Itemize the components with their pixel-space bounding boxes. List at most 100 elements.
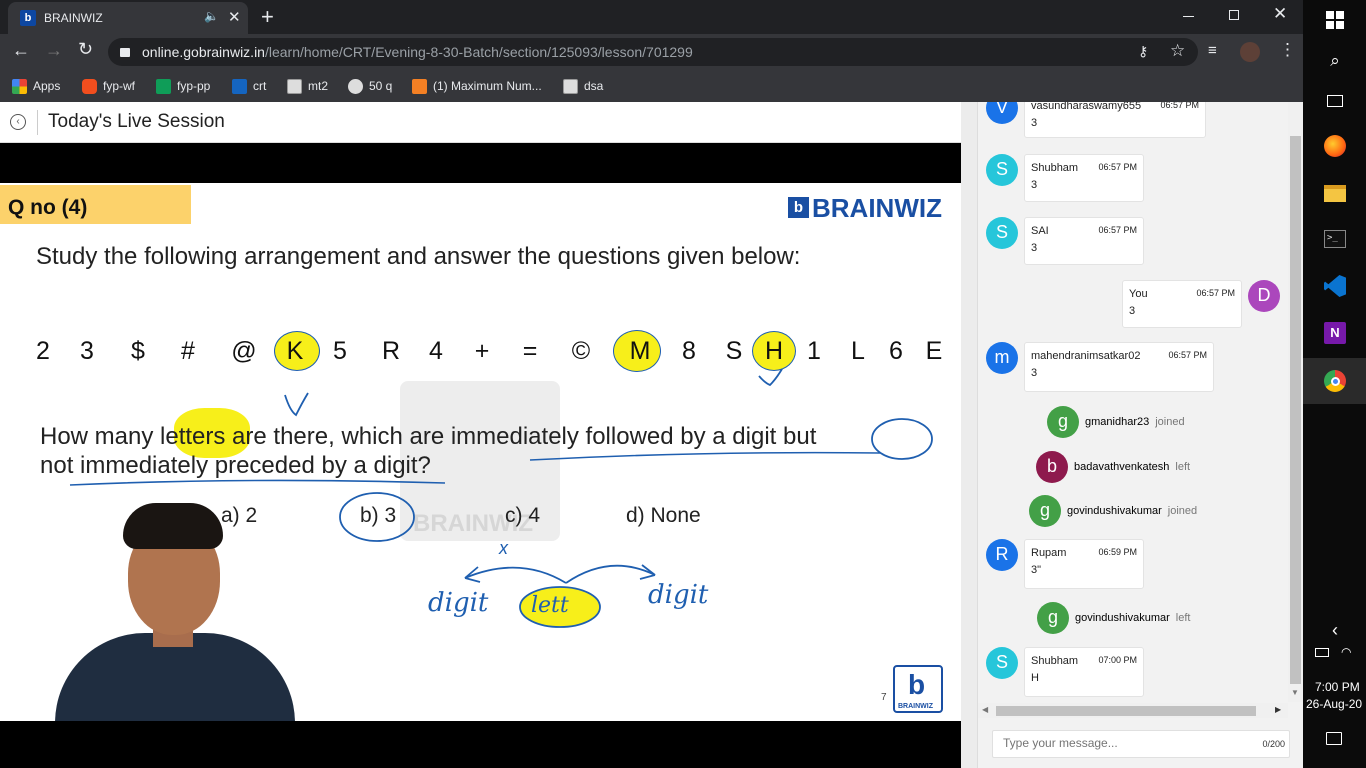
chat-message: mahendranimsatkar02 06:57 PM 3 [1024, 342, 1214, 392]
message-time: 06:57 PM [1160, 102, 1199, 110]
chat-messages[interactable]: V vasundharaswamy655 06:57 PM 3 S Shubha… [978, 102, 1288, 702]
chat-horizontal-scrollbar[interactable]: ◀ ▶ [978, 703, 1288, 718]
vscode-icon[interactable] [1322, 273, 1348, 299]
wifi-icon[interactable]: ◠ [1341, 645, 1351, 659]
bookmark-maximum-num[interactable]: (1) Maximum Num... [412, 77, 542, 95]
message-time: 07:00 PM [1098, 655, 1137, 665]
win-tile [1326, 11, 1344, 29]
bookmark-fyp-wf[interactable]: fyp-wf [82, 77, 135, 95]
bookmark-label: fyp-pp [177, 79, 211, 93]
profile-avatar-icon[interactable] [1240, 42, 1260, 62]
video-player[interactable]: Q no (4) b BRAINWIZ Study the following … [0, 143, 961, 768]
chat-message: vasundharaswamy655 06:57 PM 3 [1024, 102, 1206, 138]
message-text: 3 [1031, 242, 1038, 254]
message-time: 06:59 PM [1098, 547, 1137, 557]
codechef-icon [563, 78, 578, 94]
restore-icon[interactable] [1229, 10, 1239, 20]
windows-start-icon[interactable] [1322, 7, 1348, 33]
sender-name: SAI [1031, 225, 1049, 237]
key-icon[interactable]: ⚷ [1138, 43, 1148, 60]
back-icon[interactable]: ← [12, 40, 30, 61]
message-text: 3 [1031, 117, 1038, 129]
chat-vertical-scrollbar[interactable]: ▼ [1288, 102, 1303, 702]
bookmark-label: (1) Maximum Num... [433, 79, 542, 93]
bookmark-fyp-pp[interactable]: fyp-pp [156, 77, 210, 95]
bookmark-dsa[interactable]: dsa [563, 77, 603, 95]
minimize-icon[interactable] [1183, 16, 1194, 17]
chevron-left-icon[interactable]: ‹ [1322, 617, 1348, 643]
figma-icon [82, 78, 97, 94]
url-domain: online.gobrainwiz.in [142, 44, 265, 60]
avatar: m [986, 342, 1018, 374]
bookmark-label: fyp-wf [103, 79, 136, 93]
windows-taskbar: ⌕ >_ N ‹ ◠ 7:00 PM 26-Aug-20 [1303, 0, 1366, 768]
terminal-icon[interactable]: >_ [1322, 226, 1348, 252]
file-explorer-icon[interactable] [1322, 180, 1348, 206]
bookmark-50q[interactable]: 50 q [348, 77, 392, 95]
menu-icon[interactable]: ⋮ [1279, 40, 1296, 60]
clock-time[interactable]: 7:00 PM [1315, 680, 1360, 694]
task-view-icon[interactable] [1322, 88, 1348, 114]
h-scrollbar-thumb[interactable] [996, 706, 1256, 716]
notification-icon[interactable] [1326, 732, 1342, 745]
url-text: online.gobrainwiz.in/learn/home/CRT/Even… [142, 44, 693, 60]
scrollbar-thumb[interactable] [1290, 136, 1301, 684]
chrome-icon[interactable] [1322, 368, 1348, 394]
close-window-icon[interactable]: ✕ [1273, 4, 1287, 24]
leave-event: g govindushivakumar left [1037, 602, 1190, 634]
back-circle-icon[interactable]: ‹ [10, 114, 26, 130]
new-tab-icon[interactable]: + [261, 4, 274, 30]
message-text: H [1031, 672, 1039, 684]
browser-toolbar: ← → ↻ online.gobrainwiz.in/learn/home/CR… [0, 34, 1303, 70]
close-tab-icon[interactable]: ✕ [228, 8, 241, 26]
event-user: govindushivakumar [1067, 505, 1162, 517]
chat-message-input[interactable] [1003, 736, 1233, 750]
scroll-down-icon[interactable]: ▼ [1291, 688, 1299, 697]
battery-icon[interactable] [1315, 648, 1329, 657]
header-divider [37, 110, 38, 135]
sender-name: You [1129, 288, 1148, 300]
sender-name: Shubham [1031, 655, 1079, 667]
page-title: Today's Live Session [48, 111, 225, 132]
browser-tab[interactable]: b BRAINWIZ 🔈 ✕ [8, 2, 248, 34]
onenote-icon[interactable]: N [1322, 320, 1348, 346]
bookmark-mt2[interactable]: mt2 [287, 77, 328, 95]
bookmark-label: 50 q [369, 79, 393, 93]
bookmark-crt[interactable]: crt [232, 77, 266, 95]
scroll-left-icon[interactable]: ◀ [982, 705, 988, 714]
char-count: 0/200 [1262, 739, 1285, 749]
forward-icon[interactable]: → [45, 40, 63, 61]
brainwiz-icon [232, 78, 247, 94]
bookmark-apps[interactable]: Apps [12, 77, 60, 95]
firefox-icon[interactable] [1322, 133, 1348, 159]
annotation-digit-left: digit [428, 588, 489, 618]
avatar: D [1248, 280, 1280, 312]
sender-name: Rupam [1031, 547, 1067, 559]
chat-panel: V vasundharaswamy655 06:57 PM 3 S Shubha… [961, 102, 1303, 768]
star-icon[interactable]: ☆ [1170, 41, 1185, 61]
url-path: /learn/home/CRT/Evening-8-30-Batch/secti… [264, 44, 693, 60]
logo-b-icon: b [908, 669, 926, 700]
message-text: 3 [1129, 305, 1136, 317]
message-text: 3" [1031, 564, 1042, 576]
clock-date[interactable]: 26-Aug-20 [1306, 697, 1362, 711]
reload-icon[interactable]: ↻ [78, 39, 93, 60]
question-slide: Q no (4) b BRAINWIZ Study the following … [0, 183, 961, 721]
media-control-icon[interactable]: ≡ [1208, 42, 1217, 59]
scroll-right-icon[interactable]: ▶ [1275, 705, 1281, 714]
event-action: joined [1167, 505, 1198, 517]
bookmark-label: crt [253, 79, 267, 93]
bookmark-label: dsa [584, 79, 604, 93]
search-icon[interactable]: ⌕ [1322, 48, 1348, 74]
chat-input-box[interactable]: 0/200 [992, 730, 1290, 758]
page-header: ‹ Today's Live Session [0, 102, 961, 143]
tab-title: BRAINWIZ [44, 11, 103, 25]
sheet-icon [156, 78, 171, 94]
address-bar[interactable]: online.gobrainwiz.in/learn/home/CRT/Even… [108, 38, 1198, 66]
chat-left-scroll-strip[interactable] [961, 102, 978, 768]
title-bar: b BRAINWIZ 🔈 ✕ + ✕ [0, 0, 1303, 34]
message-time: 06:57 PM [1168, 350, 1207, 360]
speaker-icon[interactable]: 🔈 [204, 9, 219, 23]
avatar: g [1037, 602, 1069, 634]
event-action: left [1175, 612, 1191, 624]
